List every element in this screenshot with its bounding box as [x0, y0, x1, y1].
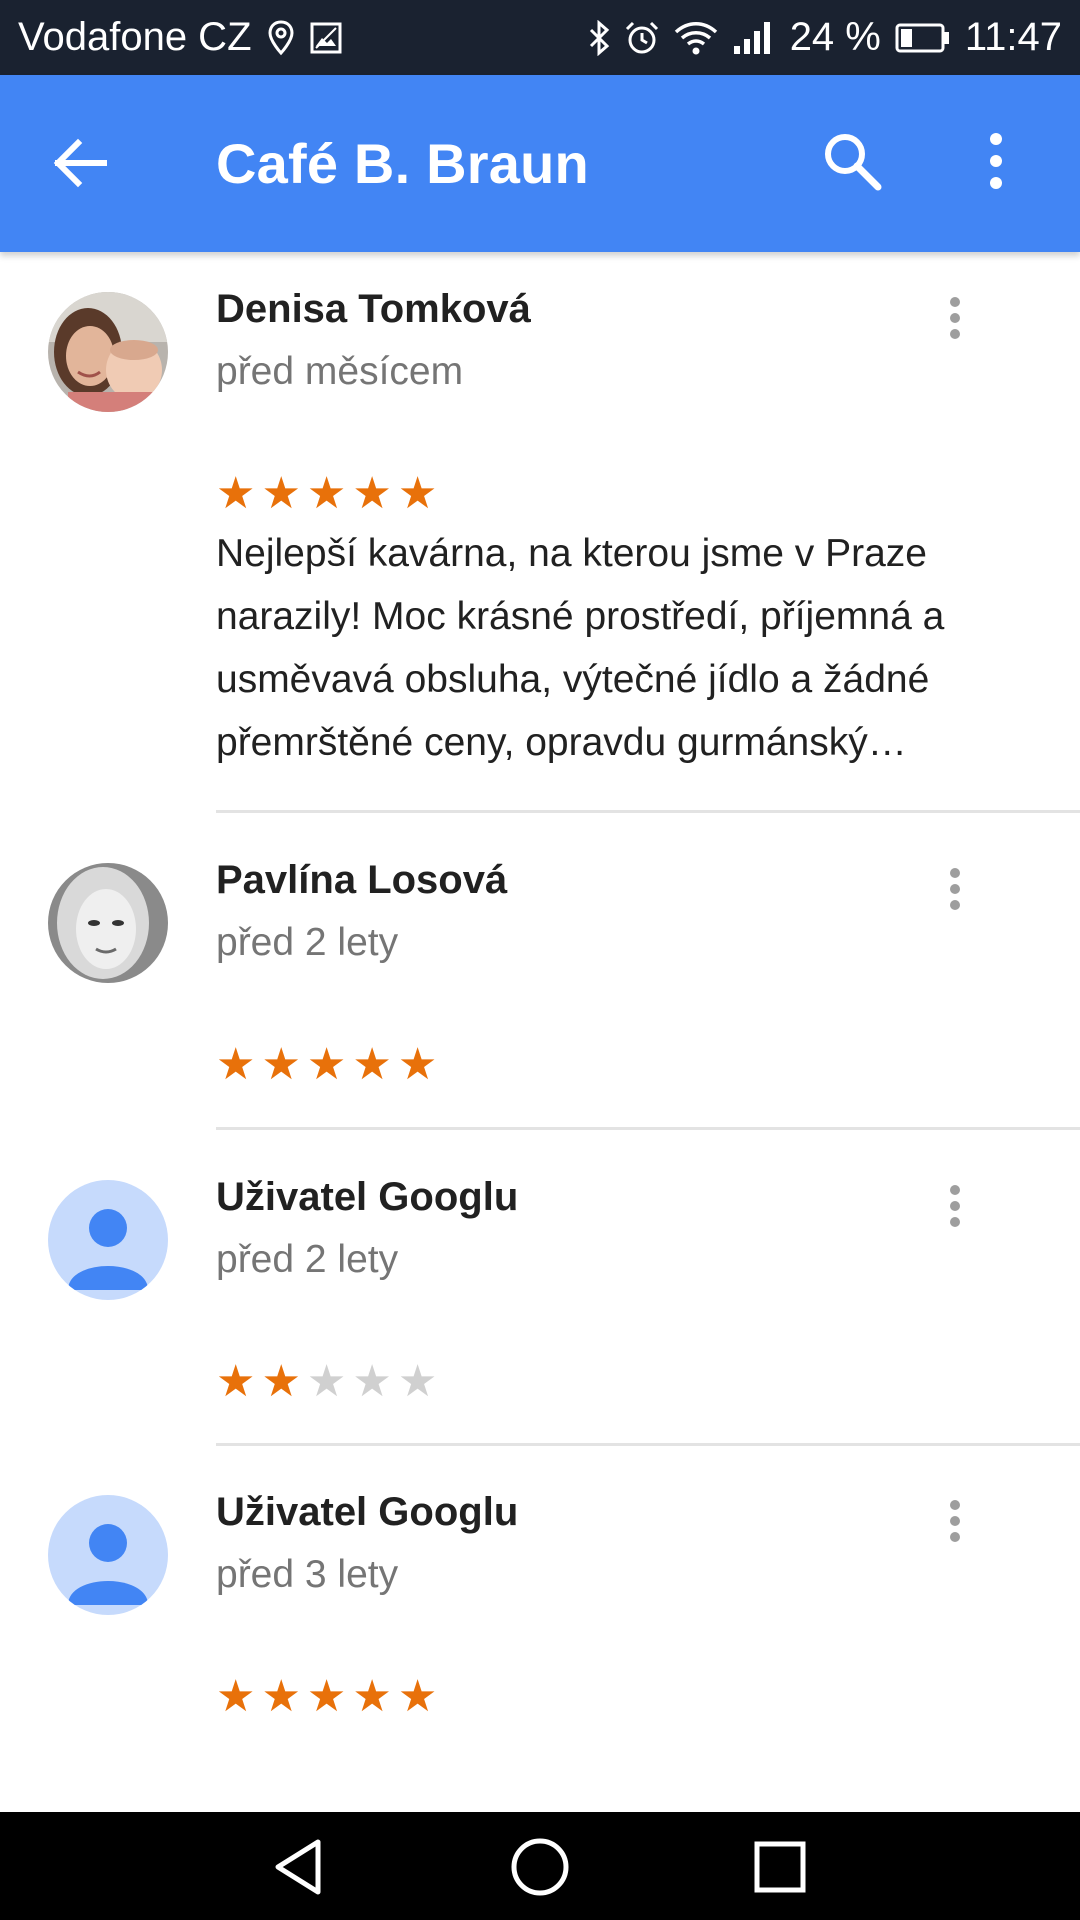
- star-filled-icon: ★: [216, 1356, 256, 1407]
- star-filled-icon: ★: [216, 1671, 256, 1722]
- signal-icon: [732, 20, 776, 56]
- star-filled-icon: ★: [397, 1671, 438, 1722]
- review-author: Uživatel Googlu: [216, 1490, 519, 1534]
- default-avatar[interactable]: [48, 1180, 168, 1300]
- nav-recents-button[interactable]: [744, 1836, 814, 1898]
- review-author: Uživatel Googlu: [216, 1175, 519, 1219]
- star-rating: ★ ★ ★ ★ ★: [216, 1043, 437, 1087]
- star-filled-icon: ★: [306, 1039, 347, 1090]
- back-arrow-icon: [53, 138, 107, 188]
- more-vert-icon: [950, 1500, 960, 1542]
- star-filled-icon: ★: [397, 468, 438, 519]
- more-vert-icon: [990, 133, 1002, 189]
- reviews-list: Denisa Tomková před měsícem ★ ★ ★ ★ ★ Nejlep…: [0, 252, 1080, 1812]
- review-item[interactable]: Uživatel Googlu před 3 lety ★ ★ ★ ★ ★: [0, 1445, 1080, 1745]
- avatar[interactable]: [48, 292, 168, 412]
- review-time: před měsícem: [216, 350, 464, 393]
- battery-icon: [895, 22, 951, 54]
- nav-home-button[interactable]: [505, 1836, 575, 1898]
- review-menu-button[interactable]: [940, 292, 970, 352]
- clock: 11:47: [964, 15, 1062, 59]
- location-icon: [267, 19, 294, 56]
- star-filled-icon: ★: [306, 468, 347, 519]
- star-filled-icon: ★: [397, 1039, 438, 1090]
- person-icon: [68, 1209, 148, 1290]
- star-empty-icon: ★: [352, 1356, 392, 1407]
- wifi-icon: [674, 21, 718, 55]
- review-text: Nejlepší kavárna, na kterou jsme v Praze…: [216, 532, 945, 764]
- more-vert-icon: [950, 868, 960, 910]
- navigation-bar: [0, 1812, 1080, 1920]
- carrier-label: Vodafone CZ: [18, 15, 252, 59]
- default-avatar[interactable]: [48, 1495, 168, 1615]
- star-rating: ★ ★ ★ ★ ★: [216, 1360, 437, 1404]
- more-vert-icon: [950, 297, 960, 339]
- search-button[interactable]: [820, 129, 884, 193]
- review-time: před 3 lety: [216, 1553, 399, 1596]
- review-time: před 2 lety: [216, 1238, 399, 1281]
- screen: Vodafone CZ 24 % 11:47 Café B. Braun Den…: [0, 0, 1080, 1920]
- review-menu-button[interactable]: [940, 863, 970, 923]
- review-author: Pavlína Losová: [216, 858, 508, 902]
- nav-home-icon: [511, 1838, 569, 1896]
- star-filled-icon: ★: [261, 468, 301, 519]
- star-empty-icon: ★: [306, 1356, 347, 1407]
- avatar[interactable]: [48, 863, 168, 983]
- star-filled-icon: ★: [352, 468, 392, 519]
- nav-recents-icon: [754, 1841, 806, 1893]
- image-icon: [310, 22, 342, 54]
- bluetooth-icon: [588, 19, 610, 56]
- nav-back-button[interactable]: [266, 1836, 336, 1898]
- star-filled-icon: ★: [216, 468, 256, 519]
- star-rating: ★ ★ ★ ★ ★: [216, 1675, 437, 1719]
- review-item[interactable]: Denisa Tomková před měsícem ★ ★ ★ ★ ★ Nejlep…: [0, 252, 1080, 813]
- more-vert-icon: [950, 1185, 960, 1227]
- star-filled-icon: ★: [261, 1671, 301, 1722]
- review-menu-button[interactable]: [940, 1180, 970, 1240]
- review-menu-button[interactable]: [940, 1495, 970, 1555]
- star-rating: ★ ★ ★ ★ ★: [216, 472, 437, 516]
- search-icon: [825, 134, 882, 191]
- review-item[interactable]: Pavlína Losová před 2 lety ★ ★ ★ ★ ★: [0, 813, 1080, 1130]
- review-author: Denisa Tomková: [216, 287, 531, 331]
- person-icon: [68, 1524, 148, 1605]
- battery-percent: 24 %: [789, 15, 881, 59]
- nav-back-icon: [275, 1839, 321, 1895]
- review-item[interactable]: Uživatel Googlu před 2 lety ★ ★ ★ ★ ★: [0, 1130, 1080, 1446]
- star-filled-icon: ★: [216, 1039, 256, 1090]
- status-bar: Vodafone CZ 24 % 11:47: [0, 0, 1080, 75]
- star-empty-icon: ★: [397, 1356, 438, 1407]
- page-title: Café B. Braun: [216, 132, 589, 195]
- star-filled-icon: ★: [306, 1671, 347, 1722]
- more-options-button[interactable]: [978, 129, 1014, 193]
- star-filled-icon: ★: [352, 1039, 392, 1090]
- review-time: před 2 lety: [216, 921, 399, 964]
- star-filled-icon: ★: [352, 1671, 392, 1722]
- alarm-icon: [624, 20, 660, 56]
- star-filled-icon: ★: [261, 1356, 301, 1407]
- app-bar: Café B. Braun: [0, 75, 1080, 252]
- back-button[interactable]: [50, 133, 116, 193]
- star-filled-icon: ★: [261, 1039, 301, 1090]
